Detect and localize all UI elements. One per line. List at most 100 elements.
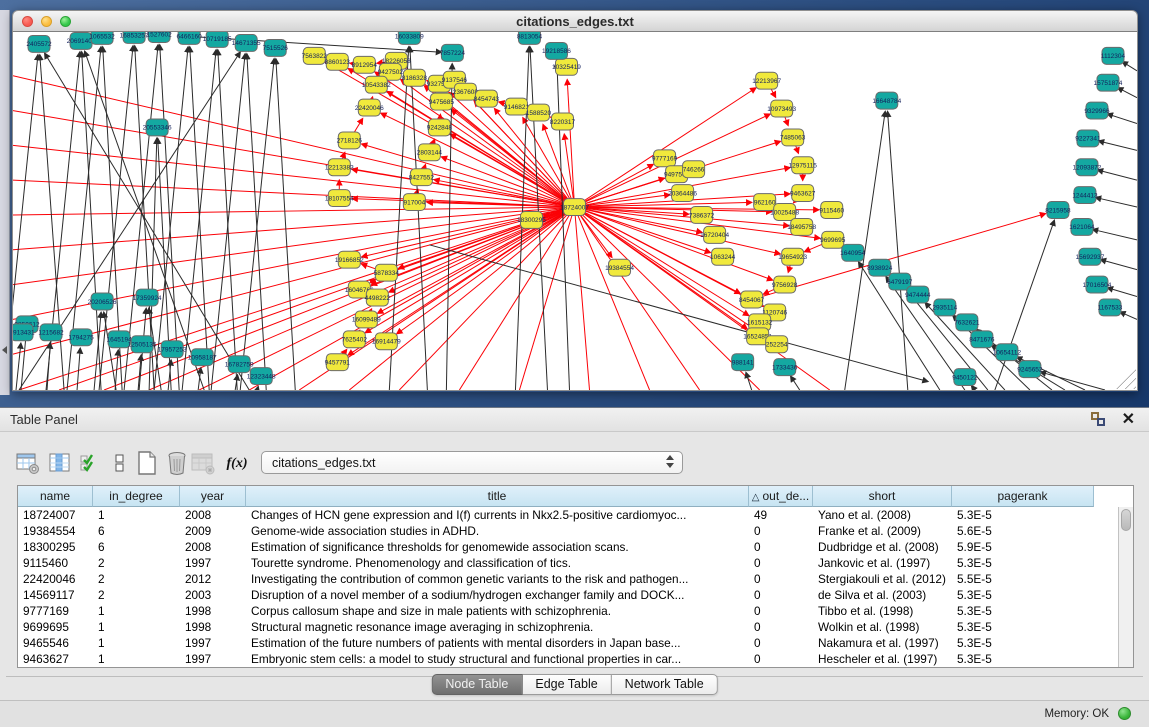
table-cell[interactable]: 2	[93, 555, 180, 571]
collapse-arrow-icon[interactable]	[2, 346, 7, 354]
table-row[interactable]: 2242004622012Investigating the contribut…	[18, 571, 1133, 587]
table-cell[interactable]: 0	[749, 555, 813, 571]
scrollbar-thumb[interactable]	[1121, 509, 1131, 531]
table-selector-dropdown[interactable]: citations_edges.txt	[261, 451, 683, 474]
select-all-button[interactable]	[76, 448, 104, 478]
table-cell[interactable]: Hescheler et al. (1997)	[813, 651, 952, 667]
table-cell[interactable]: 9699695	[18, 619, 93, 635]
table-cell[interactable]: 49	[749, 507, 813, 523]
table-cell[interactable]: 5.3E-5	[952, 635, 1094, 651]
show-columns-button[interactable]	[46, 448, 74, 478]
table-cell[interactable]: 5.3E-5	[952, 587, 1094, 603]
table-cell[interactable]: 14569117	[18, 587, 93, 603]
table-cell[interactable]: 5.6E-5	[952, 523, 1094, 539]
table-cell[interactable]: 5.3E-5	[952, 619, 1094, 635]
table-cell[interactable]: 1998	[180, 603, 246, 619]
table-cell[interactable]: Genome-wide association studies in ADHD.	[246, 523, 749, 539]
column-header-out_de[interactable]: △out_de...	[749, 486, 813, 507]
close-panel-button[interactable]: ✕	[1122, 410, 1135, 430]
table-row[interactable]: 946554611997Estimation of the future num…	[18, 635, 1133, 651]
table-cell[interactable]: Stergiakouli et al. (2012)	[813, 571, 952, 587]
delete-table-button[interactable]	[188, 448, 216, 478]
table-cell[interactable]: Estimation of significance thresholds fo…	[246, 539, 749, 555]
table-cell[interactable]: Tibbo et al. (1998)	[813, 603, 952, 619]
table-cell[interactable]: 22420046	[18, 571, 93, 587]
table-cell[interactable]: Changes of HCN gene expression and I(f) …	[246, 507, 749, 523]
table-cell[interactable]: Nakamura et al. (1997)	[813, 635, 952, 651]
table-row[interactable]: 911546021997Tourette syndrome. Phenomeno…	[18, 555, 1133, 571]
table-cell[interactable]: 0	[749, 587, 813, 603]
table-cell[interactable]: 6	[93, 523, 180, 539]
table-cell[interactable]: Wolkin et al. (1998)	[813, 619, 952, 635]
function-builder-button[interactable]: f(x)	[220, 448, 254, 478]
table-cell[interactable]: 5.3E-5	[952, 603, 1094, 619]
tab-node-table[interactable]: Node Table	[431, 674, 522, 695]
table-cell[interactable]: 0	[749, 539, 813, 555]
tab-edge-table[interactable]: Edge Table	[522, 674, 611, 695]
table-cell[interactable]: 2003	[180, 587, 246, 603]
network-window-titlebar[interactable]: citations_edges.txt	[12, 10, 1138, 32]
table-cell[interactable]: Corpus callosum shape and size in male p…	[246, 603, 749, 619]
table-cell[interactable]: 1	[93, 651, 180, 667]
table-cell[interactable]: Franke et al. (2009)	[813, 523, 952, 539]
table-cell[interactable]: 2	[93, 571, 180, 587]
table-cell[interactable]: Yano et al. (2008)	[813, 507, 952, 523]
table-cell[interactable]: 1	[93, 603, 180, 619]
delete-columns-button[interactable]	[162, 448, 190, 478]
table-cell[interactable]: 2008	[180, 507, 246, 523]
table-cell[interactable]: Investigating the contribution of common…	[246, 571, 749, 587]
table-cell[interactable]: 9465546	[18, 635, 93, 651]
column-header-short[interactable]: short	[813, 486, 952, 507]
table-row[interactable]: 1830029562008Estimation of significance …	[18, 539, 1133, 555]
table-cell[interactable]: 9777169	[18, 603, 93, 619]
table-cell[interactable]: 9463627	[18, 651, 93, 667]
table-cell[interactable]: Estimation of the future numbers of pati…	[246, 635, 749, 651]
table-row[interactable]: 977716911998Corpus callosum shape and si…	[18, 603, 1133, 619]
table-cell[interactable]: 0	[749, 651, 813, 667]
table-cell[interactable]: 5.3E-5	[952, 651, 1094, 667]
table-cell[interactable]: Embryonic stem cells: a model to study s…	[246, 651, 749, 667]
table-cell[interactable]: Dudbridge et al. (2008)	[813, 539, 952, 555]
table-cell[interactable]: 1997	[180, 651, 246, 667]
column-header-in_degree[interactable]: in_degree	[93, 486, 180, 507]
table-cell[interactable]: 1	[93, 507, 180, 523]
table-cell[interactable]: 5.3E-5	[952, 555, 1094, 571]
table-cell[interactable]: 0	[749, 523, 813, 539]
table-cell[interactable]: 18300295	[18, 539, 93, 555]
splitpane-divider[interactable]	[0, 10, 10, 395]
table-cell[interactable]: de Silva et al. (2003)	[813, 587, 952, 603]
table-cell[interactable]: 1998	[180, 619, 246, 635]
table-cell[interactable]: 6	[93, 539, 180, 555]
table-row[interactable]: 1938455462009Genome-wide association stu…	[18, 523, 1133, 539]
table-cell[interactable]: 0	[749, 603, 813, 619]
table-cell[interactable]: Jankovic et al. (1997)	[813, 555, 952, 571]
column-header-pagerank[interactable]: pagerank	[952, 486, 1094, 507]
table-cell[interactable]: Structural magnetic resonance image aver…	[246, 619, 749, 635]
table-row[interactable]: 969969511998Structural magnetic resonanc…	[18, 619, 1133, 635]
table-cell[interactable]: Disruption of a novel member of a sodium…	[246, 587, 749, 603]
table-cell[interactable]: 5.3E-5	[952, 507, 1094, 523]
table-cell[interactable]: 2	[93, 587, 180, 603]
table-cell[interactable]: 9115460	[18, 555, 93, 571]
column-header-year[interactable]: year	[180, 486, 246, 507]
row-height-button[interactable]	[106, 448, 134, 478]
column-header-title[interactable]: title	[246, 486, 749, 507]
table-cell[interactable]: 1997	[180, 555, 246, 571]
column-header-name[interactable]: name	[18, 486, 93, 507]
vertical-scrollbar[interactable]	[1118, 507, 1133, 667]
float-panel-button[interactable]	[1091, 412, 1107, 428]
table-cell[interactable]: 1	[93, 635, 180, 651]
create-column-button[interactable]	[132, 448, 160, 478]
table-row[interactable]: 1872400712008Changes of HCN gene express…	[18, 507, 1133, 523]
table-cell[interactable]: 2008	[180, 539, 246, 555]
memory-status-icon[interactable]	[1118, 707, 1131, 720]
table-cell[interactable]: 0	[749, 571, 813, 587]
network-graph[interactable]: 1872400775638228860123891295418226058942…	[13, 32, 1137, 390]
table-row[interactable]: 946362711997Embryonic stem cells: a mode…	[18, 651, 1133, 667]
table-mode-button[interactable]	[14, 448, 42, 478]
table-cell[interactable]: 2009	[180, 523, 246, 539]
table-cell[interactable]: 1	[93, 619, 180, 635]
table-cell[interactable]: 5.9E-5	[952, 539, 1094, 555]
table-row[interactable]: 1456911722003Disruption of a novel membe…	[18, 587, 1133, 603]
tab-network-table[interactable]: Network Table	[612, 674, 718, 695]
